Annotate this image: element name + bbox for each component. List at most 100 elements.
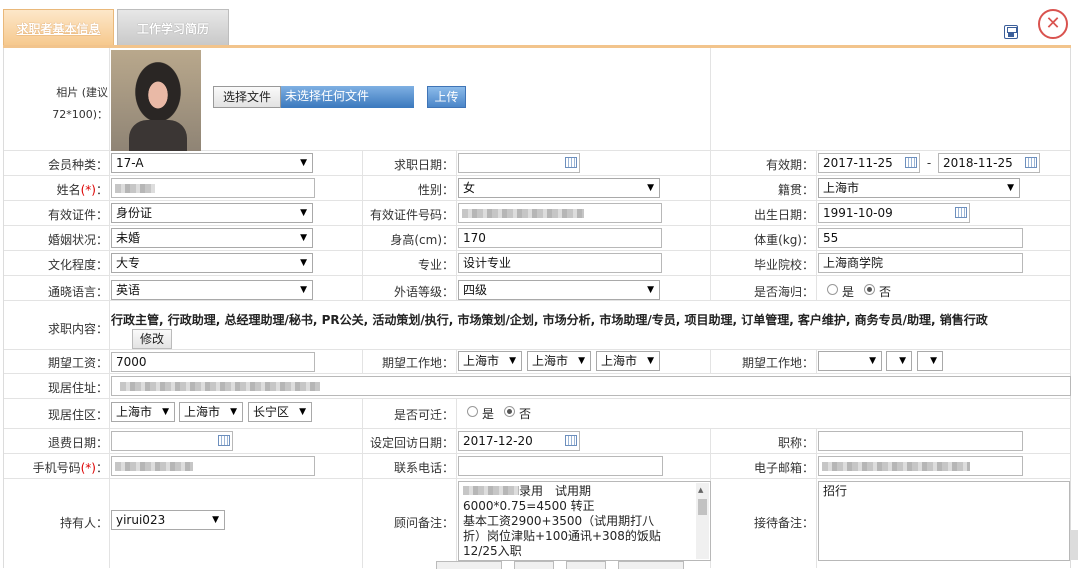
birth-label: 出生日期： [753, 208, 814, 222]
gender-value: 女 [463, 181, 476, 195]
close-icon[interactable]: ✕ [1038, 9, 1068, 39]
education-label: 文化程度： [47, 258, 108, 272]
id-type-value: 身份证 [116, 206, 153, 220]
chevron-down-icon: ▼ [162, 407, 169, 417]
major-input[interactable]: 设计专业 [458, 253, 662, 273]
height-input[interactable]: 170 [458, 228, 662, 248]
consultant-note-line: 折）岗位津贴+100通讯+308的饭贴 [463, 529, 661, 543]
relocate-yes-radio[interactable] [467, 406, 478, 417]
tab-work-history[interactable]: 工作学习简历 [117, 9, 229, 45]
chevron-down-icon: ▼ [578, 356, 585, 366]
member-type-label: 会员种类： [47, 158, 108, 172]
refund-date-input[interactable] [111, 431, 233, 451]
weight-input[interactable]: 55 [818, 228, 1023, 248]
name-label-text: 姓名 [56, 183, 81, 197]
title-input[interactable] [818, 431, 1023, 451]
row-divider [4, 300, 1070, 301]
language-select[interactable]: 英语 ▼ [111, 280, 313, 300]
chevron-down-icon: ▼ [930, 356, 937, 366]
required-mark: (*) [80, 461, 96, 475]
save-icon[interactable] [1004, 25, 1018, 39]
foreign-level-select[interactable]: 四级 ▼ [458, 280, 660, 300]
validity-from-value: 2017-11-25 [823, 156, 893, 170]
calendar-icon[interactable] [905, 157, 917, 168]
col-divider [710, 150, 711, 300]
expected-salary-label: 期望工资： [47, 356, 108, 370]
mobile-label: 手机号码(*)： [4, 459, 108, 476]
row-divider [4, 349, 1070, 350]
redacted-company [463, 486, 519, 495]
district-area-value: 长宁区 [253, 405, 290, 419]
holder-value: yirui023 [116, 513, 166, 527]
calendar-icon[interactable] [565, 435, 577, 446]
email-input[interactable] [818, 456, 1023, 476]
id-number-input[interactable] [458, 203, 662, 223]
native-label: 籍贯： [777, 183, 814, 197]
job-date-input[interactable] [458, 153, 580, 173]
calendar-icon[interactable] [955, 207, 967, 218]
overseas-no-label: 否 [879, 285, 892, 299]
chevron-down-icon: ▼ [899, 356, 906, 366]
birth-value: 1991-10-09 [823, 206, 893, 220]
district-area-select[interactable]: 长宁区 ▼ [248, 402, 312, 422]
consultant-note-line: 12/25入职 [463, 544, 522, 558]
phone-label: 联系电话： [393, 461, 454, 475]
gender-select[interactable]: 女 ▼ [458, 178, 660, 198]
calendar-icon[interactable] [218, 435, 230, 446]
file-name-display: 未选择任何文件 [281, 86, 414, 108]
address-input[interactable] [111, 376, 1071, 396]
overseas-no-radio[interactable] [864, 284, 875, 295]
school-input[interactable]: 上海商学院 [818, 253, 1023, 273]
district-city-select[interactable]: 上海市 ▼ [179, 402, 243, 422]
member-type-select[interactable]: 17-A ▼ [111, 153, 313, 173]
reception-note-textarea[interactable]: 招行 [818, 481, 1070, 561]
id-type-select[interactable]: 身份证 ▼ [111, 203, 313, 223]
native-select[interactable]: 上海市 ▼ [818, 178, 1020, 198]
expected-place-city-select[interactable]: 上海市 ▼ [527, 351, 591, 371]
validity-to-input[interactable]: 2018-11-25 [938, 153, 1040, 173]
row-divider [4, 275, 1070, 276]
edit-job-content-button[interactable]: 修改 [132, 329, 172, 349]
chevron-down-icon: ▼ [869, 356, 876, 366]
mobile-input[interactable] [111, 456, 315, 476]
job-date-label: 求职日期： [393, 158, 454, 172]
overseas-yes-radio[interactable] [827, 284, 838, 295]
tab-basic-info[interactable]: 求职者基本信息 [3, 9, 114, 45]
page-scrollbar[interactable] [1070, 530, 1078, 560]
upload-button[interactable]: 上传 [427, 86, 466, 108]
chevron-down-icon: ▼ [300, 158, 307, 168]
consultant-note-textarea[interactable]: 录用 试用期 6000*0.75=4500 转正 基本工资2900+3500（试… [458, 481, 711, 561]
expected-place2-province-select[interactable]: ▼ [818, 351, 882, 371]
choose-file-button[interactable]: 选择文件 [213, 86, 281, 108]
holder-select[interactable]: yirui023 ▼ [111, 510, 225, 530]
address-label: 现居住址： [47, 381, 108, 395]
district-province-select[interactable]: 上海市 ▼ [111, 402, 175, 422]
name-input[interactable] [111, 178, 315, 198]
row-divider [4, 398, 1070, 399]
birth-input[interactable]: 1991-10-09 [818, 203, 970, 223]
validity-from-input[interactable]: 2017-11-25 [818, 153, 920, 173]
expected-place2-district-select[interactable]: ▼ [917, 351, 943, 371]
relocate-no-radio[interactable] [504, 406, 515, 417]
district-city-value: 上海市 [184, 405, 221, 419]
row-divider [4, 428, 1070, 429]
native-value: 上海市 [823, 181, 860, 195]
redacted-address [120, 382, 320, 391]
chevron-down-icon: ▼ [300, 285, 307, 295]
chevron-down-icon: ▼ [230, 407, 237, 417]
marital-select[interactable]: 未婚 ▼ [111, 228, 313, 248]
phone-input[interactable] [458, 456, 663, 476]
calendar-icon[interactable] [1025, 157, 1037, 168]
textarea-scrollbar[interactable] [696, 483, 709, 559]
title-label: 职称： [777, 436, 814, 450]
education-select[interactable]: 大专 ▼ [111, 253, 313, 273]
expected-place-province-select[interactable]: 上海市 ▼ [458, 351, 522, 371]
revisit-date-input[interactable]: 2017-12-20 [458, 431, 580, 451]
expected-place2-city-select[interactable]: ▼ [886, 351, 912, 371]
expected-salary-input[interactable]: 7000 [111, 352, 315, 372]
expected-place-district-select[interactable]: 上海市 ▼ [596, 351, 660, 371]
chevron-down-icon: ▼ [300, 233, 307, 243]
foreign-level-label: 外语等级： [393, 285, 454, 299]
expected-place2-label: 期望工作地： [741, 356, 814, 370]
calendar-icon[interactable] [565, 157, 577, 168]
